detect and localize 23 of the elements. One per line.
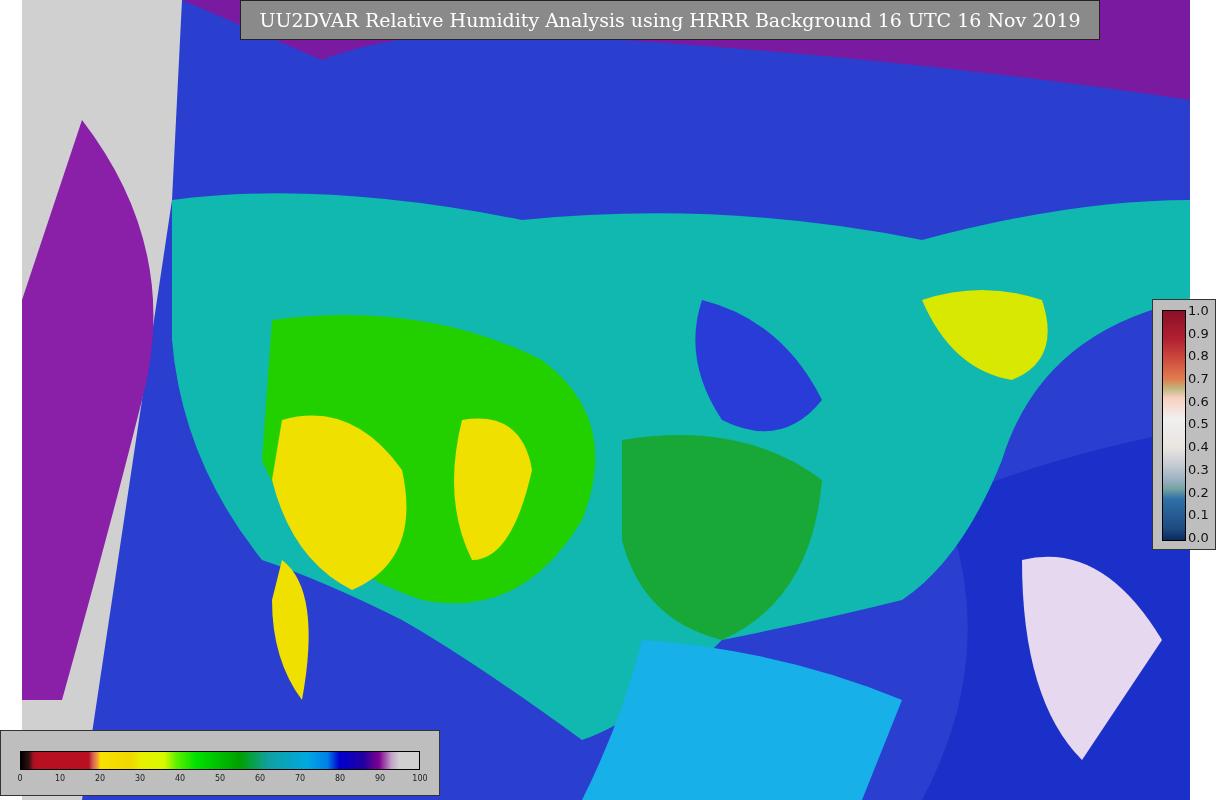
colorbar-tick-label: 0.7 (1188, 372, 1209, 386)
map-title: UU2DVAR Relative Humidity Analysis using HRRR Background 16 UTC 16 Nov 2019 (240, 0, 1100, 40)
colorbar-tick-label: 100 (412, 774, 428, 783)
colorbar-tick-label: 0.4 (1188, 440, 1209, 454)
colorbar-tick-label: 0.9 (1188, 326, 1209, 340)
colorbar-tick-label: 40 (174, 774, 186, 783)
colorbar-tick-label: 90 (374, 774, 386, 783)
colorbar-tick-label: 1.0 (1188, 304, 1209, 317)
colorbar-tick-label: 70 (294, 774, 306, 783)
colorbar-tick-label: 10 (54, 774, 66, 783)
colorbar-tick-label: 0.2 (1188, 485, 1209, 499)
colorbar-tick-label: 80 (334, 774, 346, 783)
colorbar-tick-label: 20 (94, 774, 106, 783)
colorbar-tick-label: 0.1 (1188, 508, 1209, 522)
colorbar-tick-label: 0.0 (1188, 530, 1209, 544)
colorbar-tick-label: 60 (254, 774, 266, 783)
colorbar-tick-label: 0.3 (1188, 462, 1209, 476)
colorbar-tick-label: 0 (17, 774, 23, 783)
colorbar-tick-label: 30 (134, 774, 146, 783)
colorbar-tick-label: 0.6 (1188, 394, 1209, 408)
colorbar-tick-label: 0.8 (1188, 349, 1209, 363)
colorbar-tick-label: 0.5 (1188, 417, 1209, 431)
colorbar-tick-label: 50 (214, 774, 226, 783)
